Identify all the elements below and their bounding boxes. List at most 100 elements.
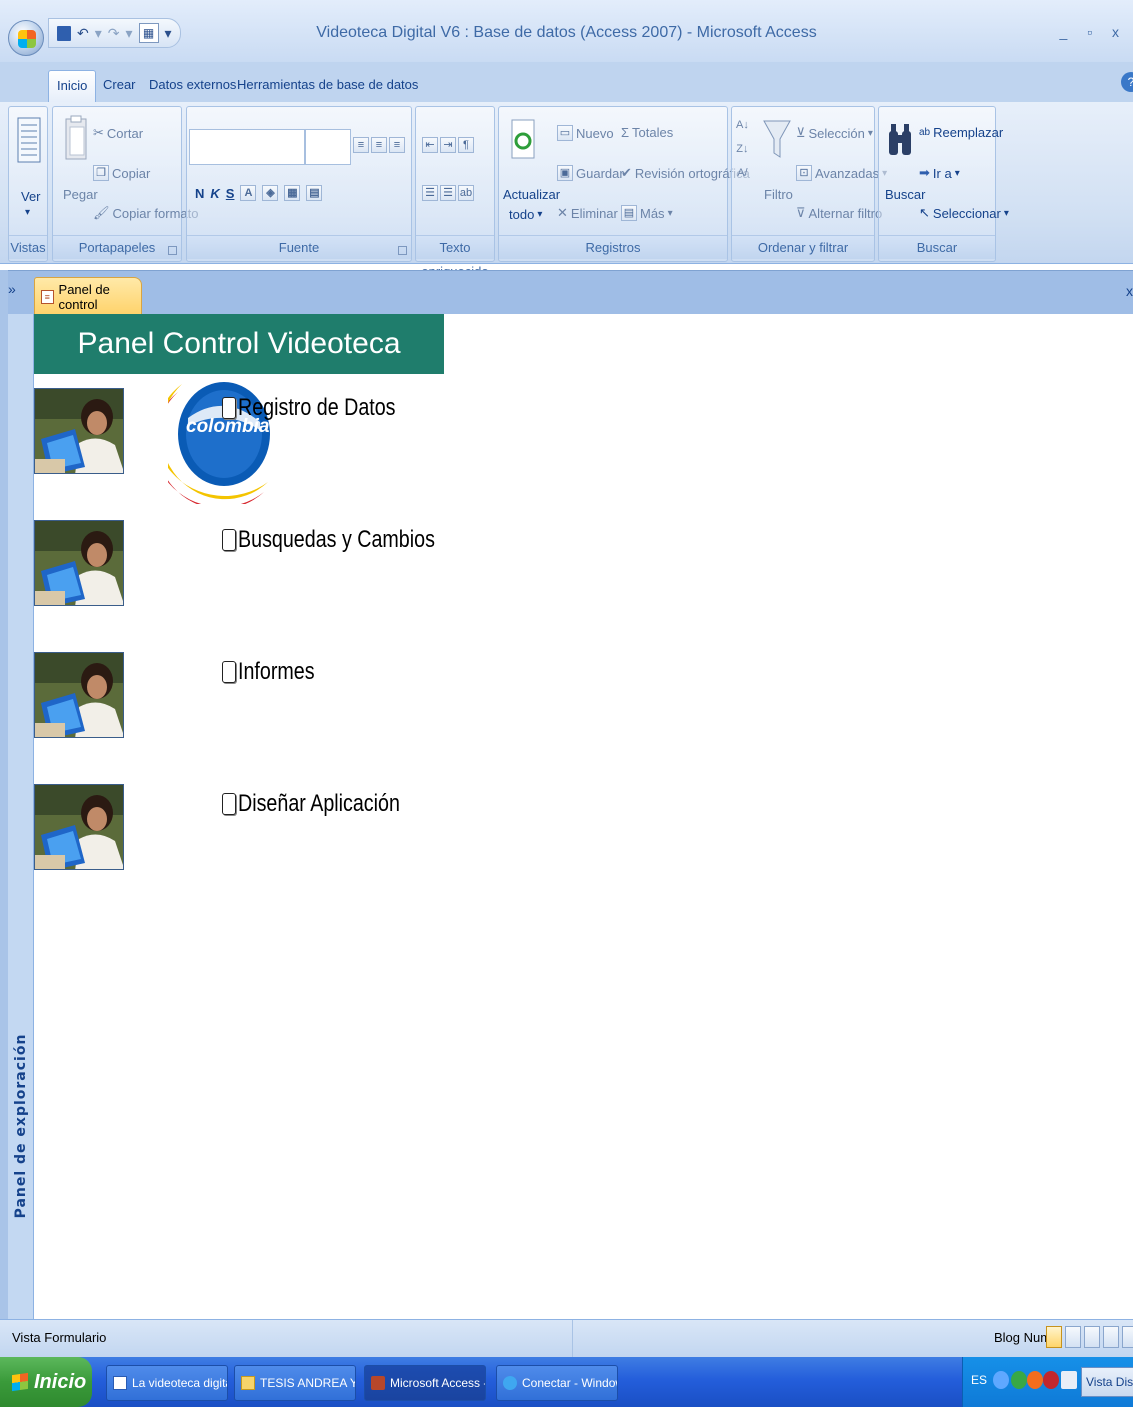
- student-photo: [34, 652, 124, 738]
- tab-herramientas[interactable]: Herramientas de base de datos: [229, 70, 426, 102]
- sort-descending-icon[interactable]: Z↓: [736, 143, 748, 155]
- eliminar-label: Eliminar: [570, 205, 618, 221]
- student-photo: [34, 520, 124, 606]
- gridlines-icon[interactable]: ▦: [284, 185, 301, 201]
- font-name-combo[interactable]: [189, 129, 305, 165]
- tray-display-icon[interactable]: [1061, 1371, 1077, 1389]
- paragraph-icon[interactable]: ¶: [458, 137, 474, 153]
- tab-panel-de-control[interactable]: ≡ Panel de control: [34, 277, 142, 315]
- close-document-icon[interactable]: x: [1126, 283, 1133, 299]
- pivot-table-view-icon[interactable]: [1084, 1326, 1100, 1348]
- menu-option-button[interactable]: [222, 397, 236, 419]
- portapapeles-launcher-icon[interactable]: [168, 246, 177, 255]
- status-view-mode: Vista Formulario: [12, 1330, 107, 1345]
- underline-button[interactable]: S: [226, 186, 235, 201]
- taskbar-item-folder[interactable]: TESIS ANDREA Y VAN...: [234, 1365, 356, 1401]
- navigation-pane[interactable]: Panel de exploración: [8, 314, 34, 1319]
- taskbar-item-word[interactable]: La videoteca digital ...: [106, 1365, 228, 1401]
- totales-button[interactable]: Σ Totales: [621, 125, 673, 140]
- eliminar-button[interactable]: ✕Eliminar▾: [557, 205, 626, 221]
- sort-ascending-icon[interactable]: A↓: [736, 119, 749, 131]
- guardar-button[interactable]: ▣ Guardar: [557, 165, 624, 181]
- fuente-launcher-icon[interactable]: [398, 246, 407, 255]
- nuevo-button[interactable]: ▭ Nuevo: [557, 125, 614, 141]
- cortar-button[interactable]: ✂ Cortar: [93, 125, 143, 141]
- menu-item-registro-de-datos[interactable]: Registro de Datos: [222, 394, 430, 422]
- todo-button[interactable]: todo ▾: [509, 207, 542, 222]
- tray-antivirus-icon[interactable]: [1043, 1371, 1059, 1389]
- tab-crear[interactable]: Crear: [95, 70, 144, 102]
- taskbar-item-ie[interactable]: Conectar - Windows I...: [496, 1365, 618, 1401]
- actualizar-button[interactable]: Actualizar: [503, 187, 560, 202]
- student-photo: [34, 388, 124, 474]
- menu-option-button[interactable]: [222, 529, 236, 551]
- view-icon[interactable]: [17, 117, 41, 163]
- window-title: Videoteca Digital V6 : Base de datos (Ac…: [316, 24, 817, 41]
- alternar-filtro-button[interactable]: ⊽ Alternar filtro: [796, 205, 882, 221]
- alternate-fill-icon[interactable]: ▤: [306, 185, 323, 201]
- menu-item-busquedas-y-cambios[interactable]: Busquedas y Cambios: [222, 526, 478, 554]
- avanzadas-label: Avanzadas: [815, 165, 880, 181]
- sort-buttons: A↓ Z↓ A/: [736, 119, 749, 179]
- menu-option-button[interactable]: [222, 793, 236, 815]
- help-icon[interactable]: ?: [1121, 72, 1133, 92]
- start-button[interactable]: Inicio: [0, 1357, 92, 1407]
- bullet-list-icon[interactable]: ☰: [440, 185, 456, 201]
- reemplazar-button[interactable]: ab Reemplazar: [919, 125, 1003, 140]
- menu-item-informes[interactable]: Informes: [222, 658, 331, 686]
- folder-icon: [241, 1376, 255, 1390]
- tray-network-icon[interactable]: [1011, 1371, 1027, 1389]
- menu-option-button[interactable]: [222, 661, 236, 683]
- doc-tab-label: Panel de control: [58, 281, 110, 312]
- filter-icon[interactable]: [762, 119, 792, 159]
- italic-button[interactable]: K: [210, 186, 219, 201]
- numbered-list-icon[interactable]: ☰: [422, 185, 438, 201]
- form-view-button-icon[interactable]: [1046, 1326, 1062, 1348]
- copiar-formato-button[interactable]: 🖌 Copiar formato: [93, 205, 199, 221]
- todo-dropdown-icon: ▾: [537, 209, 543, 220]
- layout-view-icon[interactable]: [1122, 1326, 1133, 1348]
- binoculars-icon[interactable]: [887, 121, 913, 159]
- tray-arrow-icon[interactable]: [993, 1371, 1009, 1389]
- align-center-icon[interactable]: ≡: [371, 137, 387, 153]
- alternar-label: Alternar filtro: [808, 205, 883, 221]
- taskbar-item-label: Conectar - Windows I...: [522, 1376, 617, 1390]
- bold-button[interactable]: N: [195, 186, 204, 201]
- tray-view-button[interactable]: Vista Diseño: [1081, 1367, 1133, 1397]
- font-color-icon[interactable]: A: [240, 185, 257, 201]
- form-icon: ≡: [41, 289, 54, 304]
- tab-inicio[interactable]: Inicio: [48, 70, 97, 102]
- mas-button[interactable]: ▤ Más ▾: [621, 205, 673, 221]
- avanzadas-button[interactable]: ⊡Avanzadas▾: [796, 165, 887, 181]
- taskbar-item-access[interactable]: Microsoft Access - Vid...: [364, 1365, 486, 1401]
- increase-indent-icon[interactable]: ⇥: [440, 137, 456, 153]
- shutter-bar-open-icon[interactable]: »: [8, 281, 16, 297]
- ir-a-button[interactable]: ➡ Ir a ▾: [919, 165, 960, 181]
- ver-dropdown-icon[interactable]: ▾: [25, 207, 30, 218]
- align-right-icon[interactable]: ≡: [389, 137, 405, 153]
- font-size-combo[interactable]: [305, 129, 351, 165]
- pegar-button[interactable]: Pegar: [63, 187, 98, 202]
- seleccion-label: Selección: [808, 125, 865, 141]
- copiar-button[interactable]: ❐ Copiar: [93, 165, 150, 181]
- mas-dropdown-icon: ▾: [667, 207, 673, 219]
- seleccionar-button[interactable]: ↖ Seleccionar ▾: [919, 205, 1009, 221]
- tray-opera-icon[interactable]: [1027, 1371, 1043, 1389]
- window-controls[interactable]: _ ▫ x: [1059, 24, 1127, 40]
- refresh-icon[interactable]: [511, 119, 535, 159]
- buscar-button[interactable]: Buscar: [885, 187, 925, 202]
- menu-item-disenar-aplicacion[interactable]: Diseñar Aplicación: [222, 790, 435, 818]
- pivot-chart-view-icon[interactable]: [1103, 1326, 1119, 1348]
- align-left-icon[interactable]: ≡: [353, 137, 369, 153]
- seleccion-button[interactable]: ⊻ Selección ▾: [796, 125, 873, 141]
- paste-icon[interactable]: [63, 115, 89, 161]
- fill-color-icon[interactable]: ◈: [262, 185, 279, 201]
- highlight-icon[interactable]: ab: [458, 185, 474, 201]
- language-indicator[interactable]: ES: [971, 1373, 987, 1387]
- decrease-indent-icon[interactable]: ⇤: [422, 137, 438, 153]
- datasheet-view-icon[interactable]: [1065, 1326, 1081, 1348]
- clear-sort-icon[interactable]: A/: [737, 167, 747, 179]
- taskbar-item-label: Microsoft Access - Vid...: [390, 1376, 485, 1390]
- filtro-button[interactable]: Filtro: [764, 187, 793, 202]
- ver-button[interactable]: Ver: [21, 189, 41, 204]
